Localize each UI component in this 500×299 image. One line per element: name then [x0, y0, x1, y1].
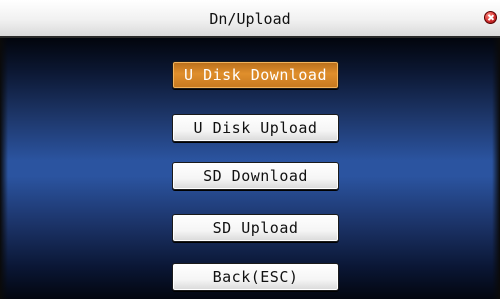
panel-edge-left	[0, 38, 8, 299]
close-icon[interactable]	[484, 11, 497, 24]
sd-upload-button[interactable]: SD Upload	[172, 214, 339, 242]
dn-upload-screen: Dn/Upload U Disk Download U Disk Upload …	[0, 0, 500, 299]
panel-edge-right	[492, 38, 500, 299]
sd-download-button[interactable]: SD Download	[172, 162, 339, 190]
window-title: Dn/Upload	[209, 10, 291, 28]
u-disk-upload-button[interactable]: U Disk Upload	[172, 114, 339, 142]
menu-panel: U Disk Download U Disk Upload SD Downloa…	[0, 38, 500, 299]
title-bar: Dn/Upload	[0, 0, 500, 38]
back-esc-button[interactable]: Back(ESC)	[172, 263, 339, 291]
u-disk-download-button[interactable]: U Disk Download	[172, 61, 339, 89]
